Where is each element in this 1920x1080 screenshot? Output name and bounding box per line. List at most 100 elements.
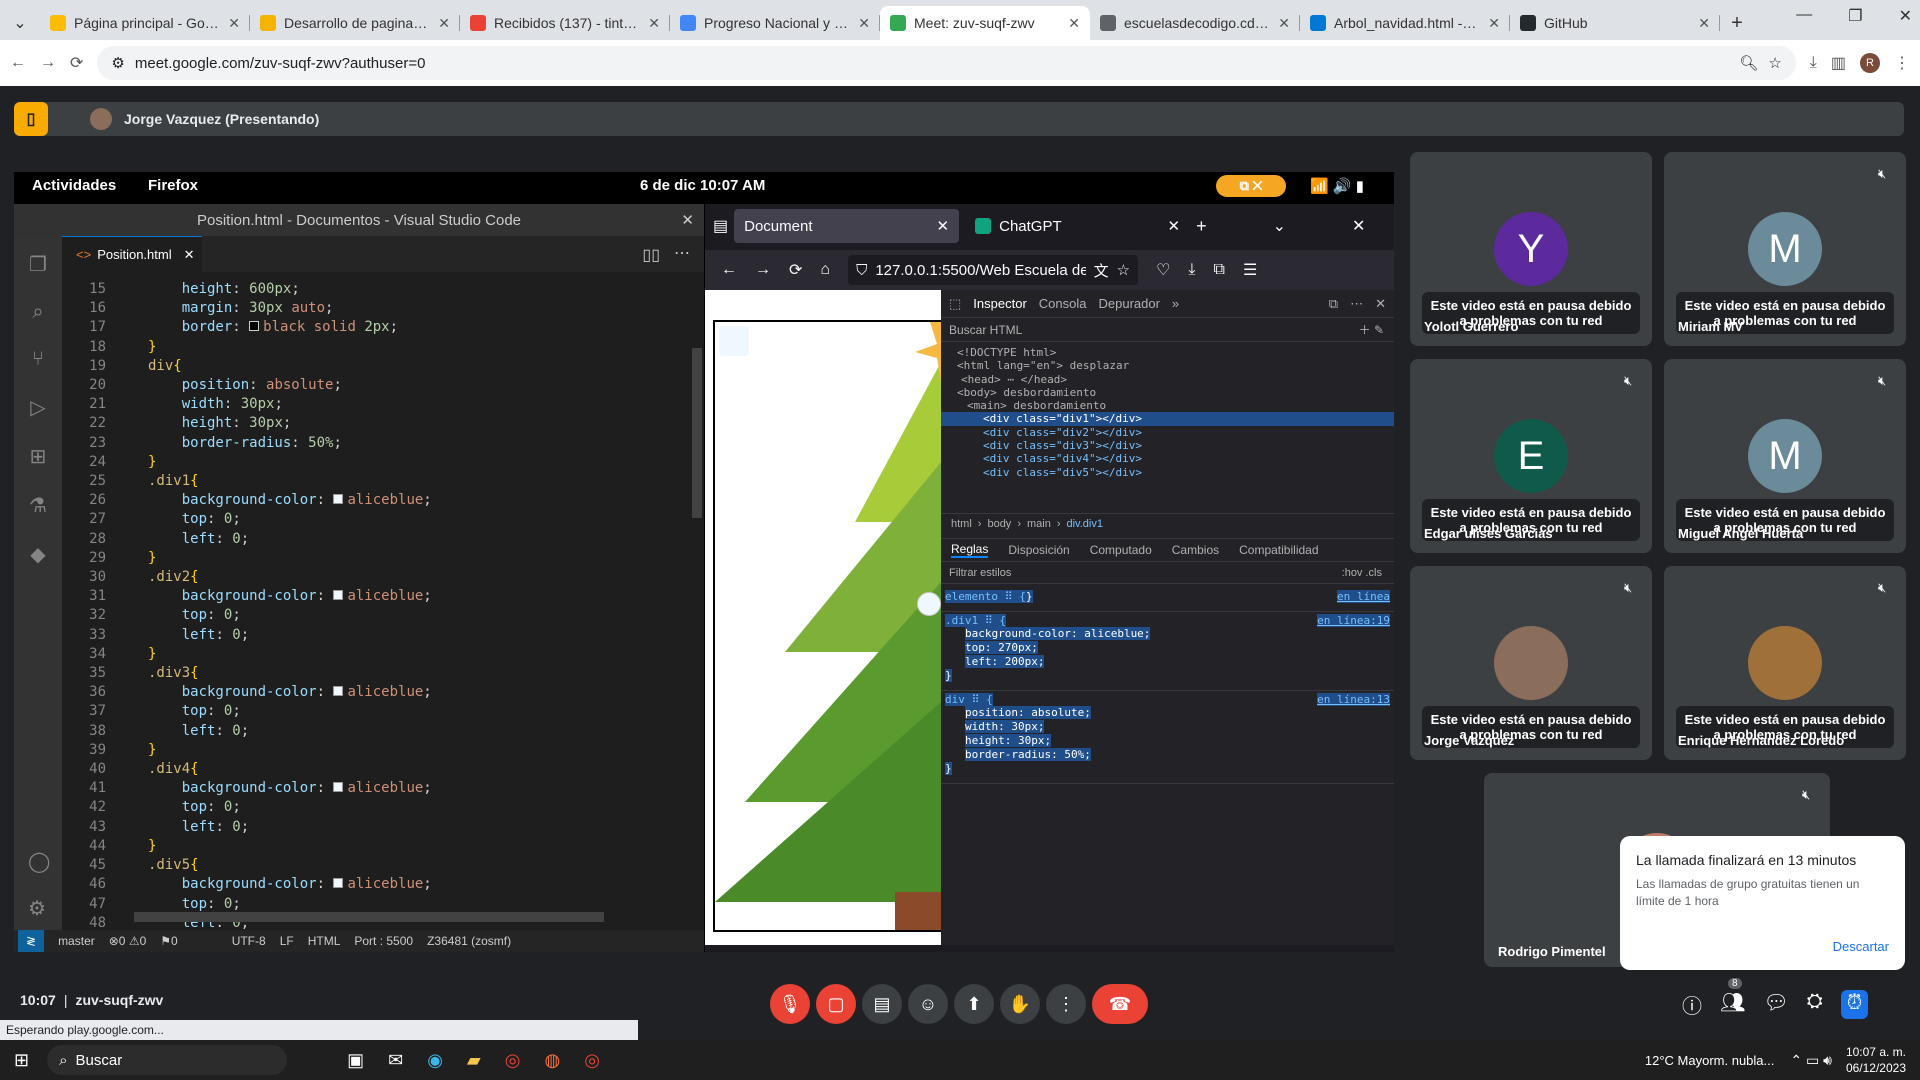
activities-icon[interactable]: ⛭ — [1807, 990, 1823, 1019]
close-tab-icon[interactable]: ✕ — [1488, 15, 1500, 32]
edge-icon[interactable]: ◉ — [427, 1050, 443, 1071]
pocket-icon[interactable]: ♡ — [1156, 260, 1170, 280]
new-tab-button[interactable]: + — [1720, 6, 1754, 40]
chrome-icon[interactable]: ◎ — [505, 1050, 521, 1071]
meeting-code[interactable]: zuv-suqf-zwv — [75, 992, 163, 1008]
dom-node[interactable]: <div class="div5"></div> — [941, 466, 1394, 479]
new-tab-icon[interactable]: + — [1196, 216, 1207, 237]
minimize-icon[interactable]: — — [1796, 6, 1812, 26]
close-tab-icon[interactable]: ✕ — [228, 15, 240, 32]
breadcrumb-item[interactable]: main — [1027, 518, 1051, 530]
split-editor-icon[interactable]: ▯▯ — [642, 245, 660, 265]
rules-subtab[interactable]: Disposición — [1008, 543, 1069, 557]
mic-off-button[interactable]: 🎙︎ — [770, 984, 810, 1024]
encoding-label[interactable]: UTF-8 — [232, 934, 266, 948]
editor-scrollbar[interactable] — [692, 348, 702, 518]
zos-label[interactable]: Z36481 (zosmf) — [427, 934, 511, 948]
branch-label[interactable]: master — [58, 934, 95, 948]
rule-property[interactable]: position: absolute; — [965, 706, 1091, 719]
reload-icon[interactable]: ⟳ — [789, 260, 802, 280]
home-icon[interactable]: ⌂ — [820, 261, 830, 279]
hov-cls-buttons[interactable]: :hov .cls — [1342, 567, 1382, 579]
breadcrumb-item[interactable]: div.div1 — [1067, 518, 1103, 530]
browser-tab[interactable]: Desarrollo de paginas we ✕ — [250, 6, 460, 40]
chat-icon[interactable]: 💬︎ — [1763, 990, 1788, 1019]
download-icon[interactable]: ⤓ — [1188, 261, 1195, 279]
translate-icon[interactable]: 文 — [1094, 260, 1109, 281]
rules-subtab[interactable]: Compatibilidad — [1239, 543, 1318, 557]
dom-node[interactable]: <div class="div4"></div> — [941, 452, 1394, 465]
host-controls-icon[interactable]: ⏰︎ — [1840, 990, 1869, 1019]
dom-node[interactable]: <!DOCTYPE html> — [941, 346, 1394, 359]
restore-icon[interactable]: ❐ — [1848, 6, 1862, 26]
run-debug-icon[interactable]: ▷ — [30, 395, 45, 420]
browser-tab[interactable]: Página principal - Google ✕ — [40, 6, 250, 40]
extensions-icon[interactable]: ⧉ — [1214, 261, 1225, 279]
firefox-url-field[interactable]: ⛉ 127.0.0.1:5500/Web Escuela de 文 ☆ — [848, 255, 1139, 285]
dom-node[interactable]: <div class="div2"></div> — [941, 426, 1394, 439]
editor-hscrollbar[interactable] — [134, 912, 604, 922]
add-node-icon[interactable]: ＋ ✎ — [1359, 321, 1384, 338]
account-icon[interactable]: ◯ — [28, 849, 50, 874]
rule-property[interactable]: border-radius: 50%; — [965, 748, 1091, 761]
profile-avatar[interactable]: R — [1860, 53, 1880, 73]
weather-label[interactable]: 12°C Mayorm. nubla... — [1645, 1053, 1774, 1068]
dom-node[interactable]: <head> ⋯ </head> — [941, 373, 1394, 386]
captions-button[interactable]: ▤ — [862, 984, 902, 1024]
tab-search-icon[interactable]: ⌄ — [0, 6, 40, 40]
camera-off-button[interactable]: ▢ — [816, 984, 856, 1024]
remote-icon[interactable]: ≷ — [18, 930, 45, 952]
people-icon[interactable]: 👥︎ 8 — [1720, 978, 1745, 1019]
leave-call-button[interactable]: ☎ — [1092, 984, 1148, 1024]
more-tabs-icon[interactable]: » — [1172, 296, 1179, 311]
participant-tile[interactable]: M Este video está en pausa debido a probl… — [1664, 152, 1906, 346]
reactions-button[interactable]: ☺ — [908, 984, 948, 1024]
sidepanel-icon[interactable]: ▥ — [1831, 53, 1846, 73]
system-tray-icons[interactable]: 📶 🔊 ▮ — [1310, 177, 1364, 195]
zoom-icon[interactable]: 🔍︎ — [1739, 54, 1758, 72]
css-rules[interactable]: elemento ⠿ {en línea} .div1 ⠿ {en línea:1… — [941, 588, 1394, 784]
menu-icon[interactable]: ☰ — [1243, 260, 1257, 280]
html-search-input[interactable]: Buscar HTML — [949, 323, 1022, 337]
filter-styles-input[interactable]: Filtrar estilos — [949, 567, 1011, 579]
list-tabs-icon[interactable]: ⌄ — [1273, 216, 1286, 236]
taskbar-clock[interactable]: 10:07 a. m. 06/12/2023 — [1846, 1044, 1906, 1076]
css-rule[interactable]: elemento ⠿ {en línea} — [941, 588, 1394, 612]
rule-property[interactable]: left: 200px; — [965, 655, 1045, 668]
close-tab-icon[interactable]: ✕ — [184, 247, 195, 263]
git-icon[interactable]: ◆ — [30, 542, 45, 567]
close-tab-icon[interactable]: ✕ — [1068, 15, 1080, 32]
participant-tile[interactable]: Y Este video está en pausa debido a probl… — [1410, 152, 1652, 346]
editor-tab-position-html[interactable]: <> Position.html ✕ — [62, 236, 202, 272]
presentation-icon[interactable]: ▯ — [14, 102, 48, 136]
rules-subtab[interactable]: Reglas — [951, 542, 989, 558]
firefox-view-icon[interactable]: ▤ — [713, 216, 728, 236]
menu-icon[interactable]: ⋮ — [1894, 53, 1910, 73]
forward-icon[interactable]: → — [40, 54, 56, 72]
dismiss-button[interactable]: Descartar — [1833, 939, 1889, 954]
dom-node[interactable]: <div class="div3"></div> — [941, 439, 1394, 452]
forward-icon[interactable]: → — [755, 261, 771, 279]
testing-icon[interactable]: ⚗ — [29, 493, 47, 518]
code-editor[interactable]: 15 height: 600px; 16 margin: 30px auto; 17… — [62, 280, 682, 931]
rule-property[interactable]: top: 270px; — [965, 641, 1038, 654]
dom-tree[interactable]: <!DOCTYPE html> <html lang="en"> desplaza… — [941, 342, 1394, 479]
more-options-button[interactable]: ⋮ — [1046, 984, 1086, 1024]
eol-label[interactable]: LF — [280, 934, 294, 948]
devtools-tab-debugger[interactable]: Depurador — [1098, 296, 1159, 311]
screen-share-indicator[interactable]: ⧉ ✕ — [1216, 175, 1286, 197]
rule-source[interactable]: en línea:19 — [1317, 614, 1390, 627]
browser-tab[interactable]: Recibidos (137) - tintaven ✕ — [460, 6, 670, 40]
firefox-tab-chatgpt[interactable]: ChatGPT ✕ — [965, 209, 1190, 243]
browser-tab[interactable]: Meet: zuv-suqf-zwv ✕ — [880, 6, 1090, 40]
browser-tab[interactable]: GitHub ✕ — [1510, 6, 1720, 40]
firefox-app-label[interactable]: Firefox — [148, 177, 198, 194]
more-actions-icon[interactable]: ⋯ — [674, 243, 690, 263]
dom-node[interactable]: <div class="div1"></div> — [941, 412, 1394, 426]
participant-tile[interactable]: M Este video está en pausa debido a probl… — [1664, 359, 1906, 553]
css-rule[interactable]: div ⠿ {en línea:13 position: absolute; wid… — [941, 691, 1394, 784]
firefox-tab-document[interactable]: Document ✕ — [734, 209, 960, 243]
breadcrumb-item[interactable]: html — [951, 518, 972, 530]
dom-node[interactable]: <html lang="en"> desplazar — [941, 359, 1394, 372]
language-label[interactable]: HTML — [308, 934, 341, 948]
